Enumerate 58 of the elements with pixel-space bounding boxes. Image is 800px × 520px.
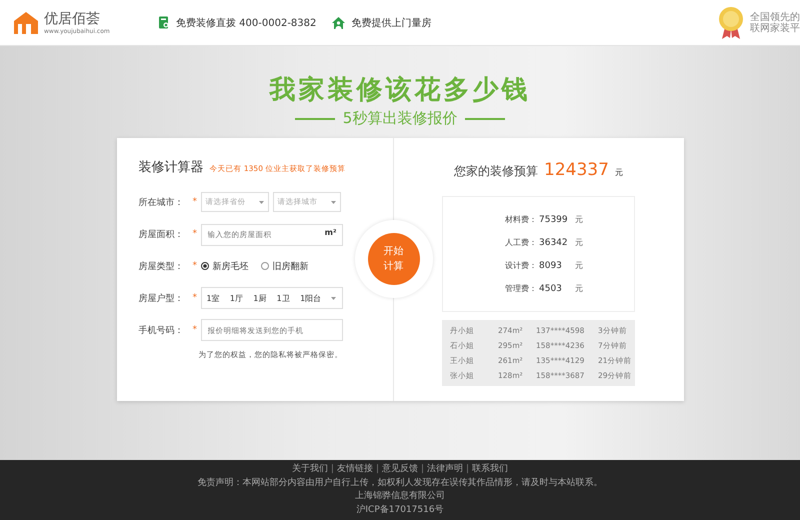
radio-button[interactable]	[200, 262, 208, 270]
cost-label: 材料费：	[505, 214, 538, 225]
icp-number: 沪ICP备17017516号	[356, 504, 444, 516]
field-label: 房屋户型：	[138, 292, 184, 304]
person-house-icon	[332, 16, 346, 28]
logo-name: 优居佰荟	[44, 10, 101, 28]
required-mark: *	[192, 197, 198, 207]
budget-label: 您家的装修预算	[454, 163, 538, 180]
footer-link[interactable]: 关于我们	[292, 463, 328, 476]
cost-unit: 元	[575, 237, 583, 248]
phone-book-icon	[158, 16, 170, 29]
budget-amount: 124337	[544, 160, 609, 180]
link-separator: |	[421, 463, 424, 476]
footer-link[interactable]: 法律声明	[427, 463, 464, 476]
hero-subtitle: 5秒算出装修报价	[342, 109, 458, 128]
cost-value: 75399	[539, 214, 569, 224]
cost-value: 4503	[539, 284, 563, 294]
radio-button[interactable]	[260, 262, 268, 270]
disclaimer-text: 免责声明：本网站部分内容由用户自行上传，如权利人发现存在误传其作品情形，请及时与本站联系。	[198, 476, 602, 490]
required-mark: *	[192, 229, 198, 239]
required-mark: *	[192, 261, 198, 271]
medal-icon	[718, 6, 744, 38]
dropdown[interactable]: 1室 1厅 1厨 1卫 1阳台	[200, 287, 342, 309]
cost-unit: 元	[575, 214, 583, 225]
footer-link[interactable]: 意见反馈	[382, 463, 418, 476]
house-logo-icon	[14, 12, 38, 34]
footer-link[interactable]: 联系我们	[472, 463, 508, 476]
caret-icon	[330, 200, 336, 204]
footer-link[interactable]: 友情链接	[336, 463, 373, 476]
cost-value: 36342	[539, 238, 569, 248]
field-label: 手机号码：	[138, 324, 184, 336]
header-info: 免费提供上门量房	[351, 16, 432, 30]
radio-label: 旧房翻新	[272, 260, 308, 272]
required-mark: *	[192, 293, 198, 303]
link-separator: |	[466, 463, 470, 476]
header-info: 免费装修直拨 400-0002-8382	[176, 16, 316, 30]
field-label: 所在城市：	[138, 196, 184, 208]
cost-unit: 元	[575, 283, 583, 294]
field-label: 房屋面积：	[138, 228, 184, 240]
company-name: 上海锦骅信息有限公司	[355, 490, 445, 503]
slogan-text: 全国领先的	[750, 12, 800, 22]
radio-label: 新房毛坯	[212, 260, 248, 272]
budget-unit: 元	[614, 167, 623, 178]
required-mark: *	[192, 325, 198, 335]
link-separator: |	[376, 463, 379, 476]
caret-icon	[258, 200, 264, 204]
cost-value: 8093	[539, 260, 563, 270]
slogan-text: 联网家装平	[750, 22, 800, 34]
cost-label: 管理费：	[505, 283, 538, 294]
cost-unit: 元	[575, 260, 583, 271]
hero-title: 我家装修该花多少钱	[270, 74, 530, 107]
link-separator: |	[330, 463, 334, 476]
field-label: 房屋类型：	[138, 260, 184, 272]
calculator-title: 装修计算器	[138, 159, 204, 176]
cost-label: 设计费：	[505, 260, 538, 271]
unit-label: m²	[324, 228, 336, 238]
caret-icon	[331, 296, 336, 300]
cost-label: 人工费：	[505, 237, 538, 248]
